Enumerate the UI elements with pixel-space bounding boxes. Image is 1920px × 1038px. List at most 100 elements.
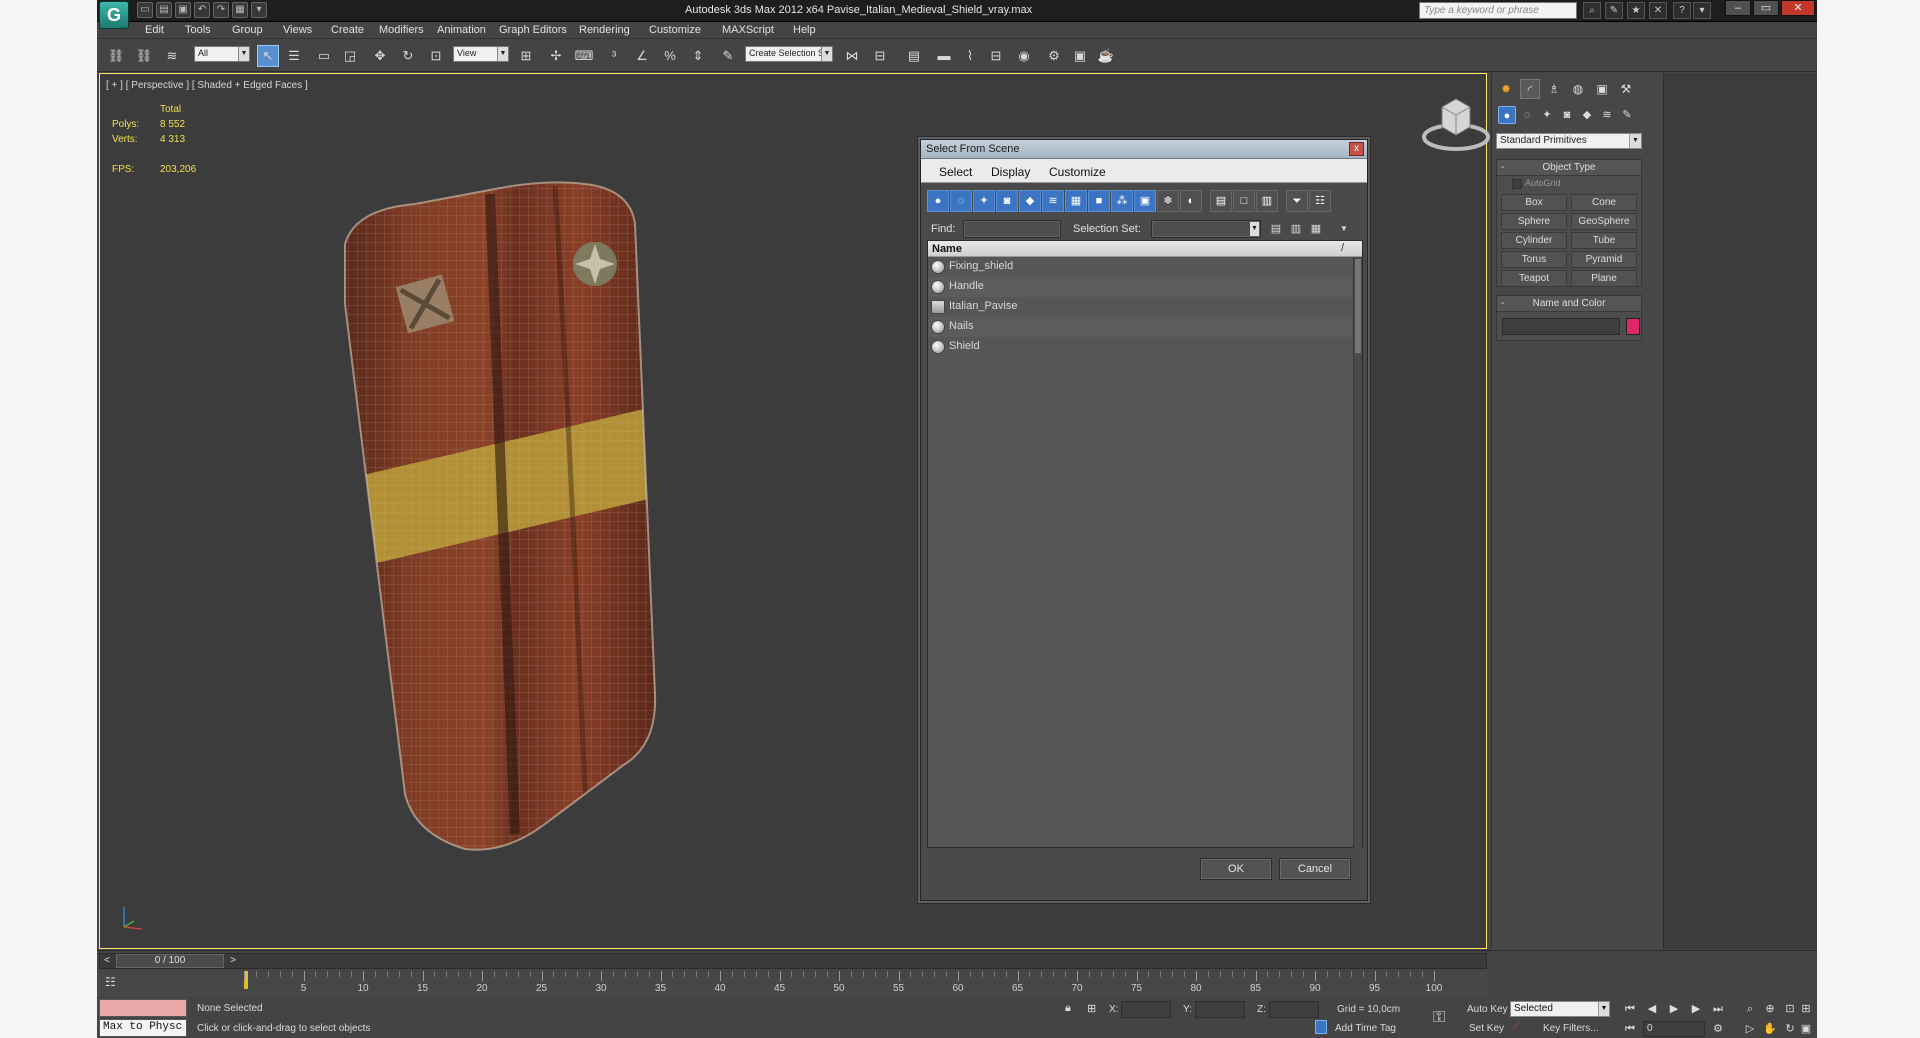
go-to-end-icon[interactable]: ⏭ [1709, 1001, 1727, 1017]
ok-button[interactable]: OK [1200, 858, 1272, 880]
time-slider-prev-icon[interactable]: < [100, 954, 114, 968]
add-time-tag-label[interactable]: Add Time Tag [1335, 1023, 1396, 1034]
menu-views[interactable]: Views [283, 24, 312, 36]
systems-category-icon[interactable]: ✎ [1618, 106, 1636, 124]
column-header-name[interactable]: Name / [928, 241, 1362, 257]
mirror-icon[interactable]: ⋈ [841, 45, 863, 67]
schematic-view-icon[interactable]: ⊟ [985, 45, 1007, 67]
close-window-button[interactable]: ✕ [1781, 0, 1815, 16]
auto-key-button[interactable]: Auto Key [1467, 1004, 1508, 1015]
select-and-scale-icon[interactable]: ⊡ [425, 45, 447, 67]
undo-icon[interactable]: ↶ [194, 2, 210, 18]
link-icon[interactable]: ⛓ [105, 45, 127, 67]
geometry-category-icon[interactable]: ● [1498, 106, 1516, 124]
selection-set-input[interactable]: ▼ [1151, 220, 1261, 238]
graphite-ribbon-icon[interactable]: ▬ [933, 45, 955, 67]
selection-set-edit-icon[interactable]: ▦ [1307, 221, 1325, 238]
dialog-menu-customize[interactable]: Customize [1049, 165, 1106, 179]
dialog-menu-select[interactable]: Select [939, 165, 972, 179]
key-mode-toggle-icon[interactable]: ⏮ [1621, 1021, 1639, 1037]
lights-filter-icon[interactable]: ✦ [973, 190, 995, 212]
edit-named-selection-icon[interactable]: ✎ [717, 45, 739, 67]
pyramid-button[interactable]: Pyramid [1571, 251, 1637, 268]
unlink-icon[interactable]: ⛓ [133, 45, 155, 67]
plane-button[interactable]: Plane [1571, 270, 1637, 287]
time-slider[interactable]: < 0 / 100 > [99, 953, 1487, 969]
layer-manager-icon[interactable]: ▤ [903, 45, 925, 67]
list-item-italian-pavise[interactable]: Italian_Pavise [928, 297, 1352, 317]
display-invert-icon[interactable]: ▥ [1256, 190, 1278, 212]
list-item-nails[interactable]: Nails [928, 317, 1352, 337]
filter-funnel-icon[interactable]: ⏷ [1286, 190, 1308, 212]
set-key-icon[interactable]: ⟋ [1512, 1021, 1520, 1034]
help-icon[interactable]: ? [1673, 2, 1691, 19]
menu-help[interactable]: Help [793, 24, 816, 36]
cylinder-button[interactable]: Cylinder [1501, 232, 1567, 249]
app-logo-icon[interactable]: G [99, 1, 129, 29]
hierarchy-tab-icon[interactable]: ♗ [1544, 79, 1564, 99]
select-and-rotate-icon[interactable]: ↻ [397, 45, 419, 67]
align-icon[interactable]: ⊟ [869, 45, 891, 67]
project-folder-icon[interactable]: ▦ [232, 2, 248, 18]
new-file-icon[interactable]: ▭ [137, 2, 153, 18]
zoom-icon[interactable]: ⌕ [1741, 1001, 1759, 1017]
select-manipulate-icon[interactable]: ✢ [545, 45, 567, 67]
helpers-filter-icon[interactable]: ◆ [1019, 190, 1041, 212]
menu-graph-editors[interactable]: Graph Editors [499, 24, 567, 36]
object-color-swatch[interactable] [1626, 318, 1640, 335]
display-tab-icon[interactable]: ▣ [1592, 79, 1612, 99]
find-input[interactable] [963, 220, 1061, 238]
hidden-filter-icon[interactable]: ◐ [1180, 190, 1202, 212]
render-setup-icon[interactable]: ⚙ [1043, 45, 1065, 67]
tools-icon[interactable]: ✎ [1605, 2, 1623, 19]
next-frame-icon[interactable]: ▶ [1687, 1001, 1705, 1017]
save-file-icon[interactable]: ▣ [175, 2, 191, 18]
shield-model[interactable] [285, 134, 695, 894]
exchange-icon[interactable]: ✕ [1649, 2, 1667, 19]
list-item-handle[interactable]: Handle [928, 277, 1352, 297]
space-warps-filter-icon[interactable]: ≋ [1042, 190, 1064, 212]
y-coord-field[interactable] [1195, 1001, 1245, 1018]
cone-button[interactable]: Cone [1571, 194, 1637, 211]
time-configuration-icon[interactable]: ⚙ [1709, 1021, 1727, 1037]
list-item-fixing-shield[interactable]: Fixing_shield [928, 257, 1352, 277]
object-name-field[interactable] [1502, 318, 1620, 335]
display-none-icon[interactable]: □ [1233, 190, 1255, 212]
percent-snap-icon[interactable]: % [659, 45, 681, 67]
field-of-view-icon[interactable]: ▷ [1741, 1021, 1759, 1037]
named-selection-set-dropdown[interactable]: Create Selection Se ▼ [745, 46, 833, 62]
previous-frame-icon[interactable]: ◀ [1643, 1001, 1661, 1017]
cameras-category-icon[interactable]: ◙ [1558, 106, 1576, 124]
x-coord-field[interactable] [1121, 1001, 1171, 1018]
material-editor-icon[interactable]: ◉ [1013, 45, 1035, 67]
set-key-button[interactable]: Set Key [1469, 1023, 1504, 1034]
sort-list-icon[interactable]: ☷ [1309, 190, 1331, 212]
select-by-name-icon[interactable]: ☰ [283, 45, 305, 67]
selection-set-remove-icon[interactable]: ▥ [1287, 221, 1305, 238]
angle-snap-icon[interactable]: ∠ [631, 45, 653, 67]
cameras-filter-icon[interactable]: ◙ [996, 190, 1018, 212]
autogrid-checkbox[interactable]: AutoGrid [1512, 178, 1561, 189]
tube-button[interactable]: Tube [1571, 232, 1637, 249]
menu-rendering[interactable]: Rendering [579, 24, 630, 36]
bind-space-warp-icon[interactable]: ≋ [161, 45, 183, 67]
lights-category-icon[interactable]: ✦ [1538, 106, 1556, 124]
box-button[interactable]: Box [1501, 194, 1567, 211]
object-category-dropdown[interactable]: Standard Primitives ▼ [1496, 133, 1642, 149]
window-crossing-icon[interactable]: ◲ [339, 45, 361, 67]
pivot-center-icon[interactable]: ⊞ [515, 45, 537, 67]
menu-edit[interactable]: Edit [145, 24, 164, 36]
object-type-rollout-title[interactable]: - Object Type [1497, 160, 1641, 176]
absolute-mode-icon[interactable]: ⊞ [1087, 1002, 1096, 1015]
create-tab-icon[interactable]: ✹ [1496, 79, 1516, 99]
quick-access-dropdown-icon[interactable]: ▾ [251, 2, 267, 18]
cancel-button[interactable]: Cancel [1279, 858, 1351, 880]
shapes-filter-icon[interactable]: ◌ [950, 190, 972, 212]
bones-filter-icon[interactable]: ⁂ [1111, 190, 1133, 212]
help-dropdown-icon[interactable]: ▾ [1693, 2, 1711, 19]
pan-icon[interactable]: ✋ [1761, 1021, 1779, 1037]
dialog-menu-display[interactable]: Display [991, 165, 1030, 179]
menu-maxscript[interactable]: MAXScript [722, 24, 774, 36]
star-icon[interactable]: ★ [1627, 2, 1645, 19]
binoculars-icon[interactable]: ⌕ [1583, 2, 1601, 19]
